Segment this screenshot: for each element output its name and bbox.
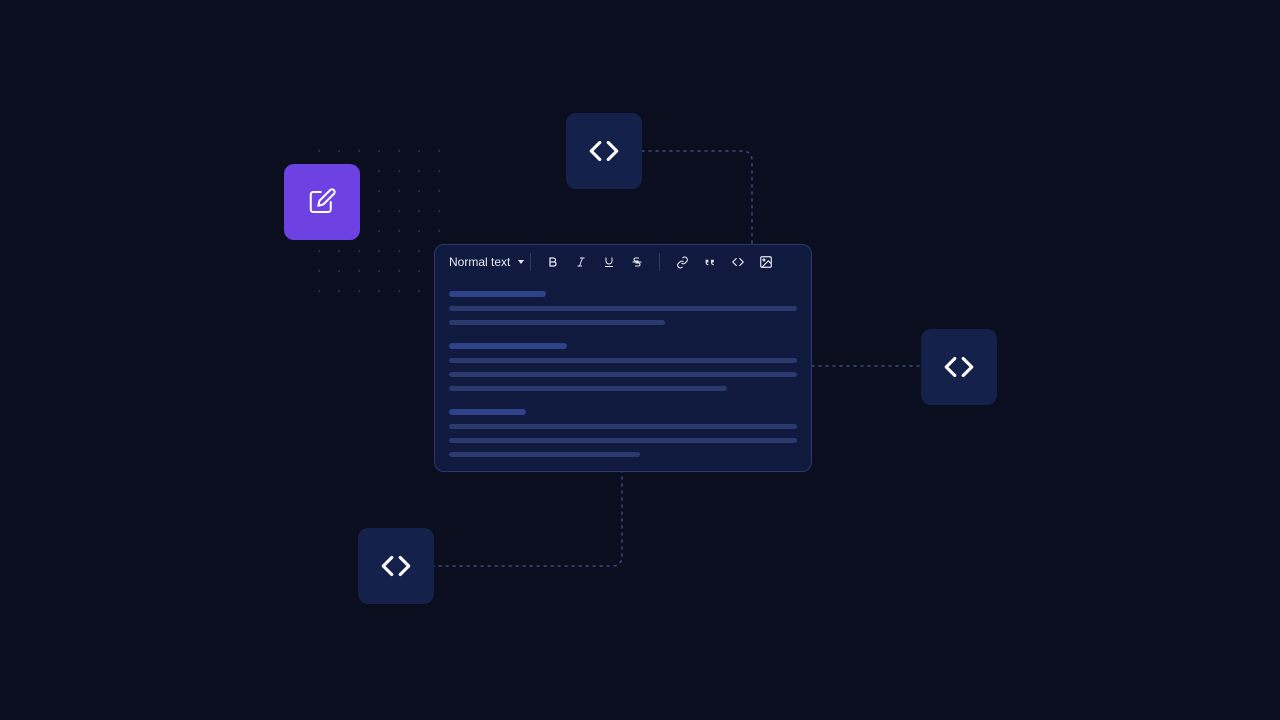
content-skeleton	[449, 452, 640, 457]
content-skeleton	[449, 358, 797, 363]
code-icon	[587, 134, 621, 168]
text-style-label: Normal text	[449, 255, 510, 269]
content-skeleton	[449, 438, 797, 443]
code-node-top	[566, 113, 642, 189]
strike-icon	[631, 256, 643, 268]
compose-icon	[307, 187, 337, 217]
content-skeleton	[449, 306, 797, 311]
code-node-right	[921, 329, 997, 405]
underline-button[interactable]	[601, 254, 617, 270]
connector-bottom	[432, 470, 632, 570]
bold-button[interactable]	[545, 254, 561, 270]
code-button[interactable]	[730, 254, 746, 270]
link-button[interactable]	[674, 254, 690, 270]
underline-icon	[603, 256, 615, 268]
toolbar-divider	[659, 253, 660, 271]
code-icon	[379, 549, 413, 583]
image-button[interactable]	[758, 254, 774, 270]
content-skeleton	[449, 386, 727, 391]
code-icon	[731, 255, 745, 269]
editor-toolbar: Normal text	[435, 245, 811, 279]
content-skeleton	[449, 424, 797, 429]
content-skeleton	[449, 409, 526, 415]
italic-button[interactable]	[573, 254, 589, 270]
quote-icon	[704, 256, 717, 269]
bold-icon	[547, 256, 559, 268]
editor-panel: Normal text	[434, 244, 812, 472]
connector-top	[642, 150, 762, 250]
code-node-bottom	[358, 528, 434, 604]
compose-node	[284, 164, 360, 240]
content-skeleton	[449, 343, 567, 349]
strike-button[interactable]	[629, 254, 645, 270]
content-skeleton	[449, 320, 665, 325]
toolbar-divider	[530, 253, 531, 271]
content-skeleton	[449, 291, 546, 297]
text-style-select[interactable]: Normal text	[445, 255, 528, 269]
content-skeleton	[449, 372, 797, 377]
insert-group	[662, 254, 786, 270]
code-icon	[942, 350, 976, 384]
chevron-down-icon	[518, 260, 524, 264]
format-group	[533, 254, 657, 270]
image-icon	[759, 255, 773, 269]
editor-content[interactable]	[435, 279, 811, 472]
quote-button[interactable]	[702, 254, 718, 270]
connector-right	[812, 358, 927, 378]
italic-icon	[575, 256, 587, 268]
link-icon	[676, 256, 689, 269]
